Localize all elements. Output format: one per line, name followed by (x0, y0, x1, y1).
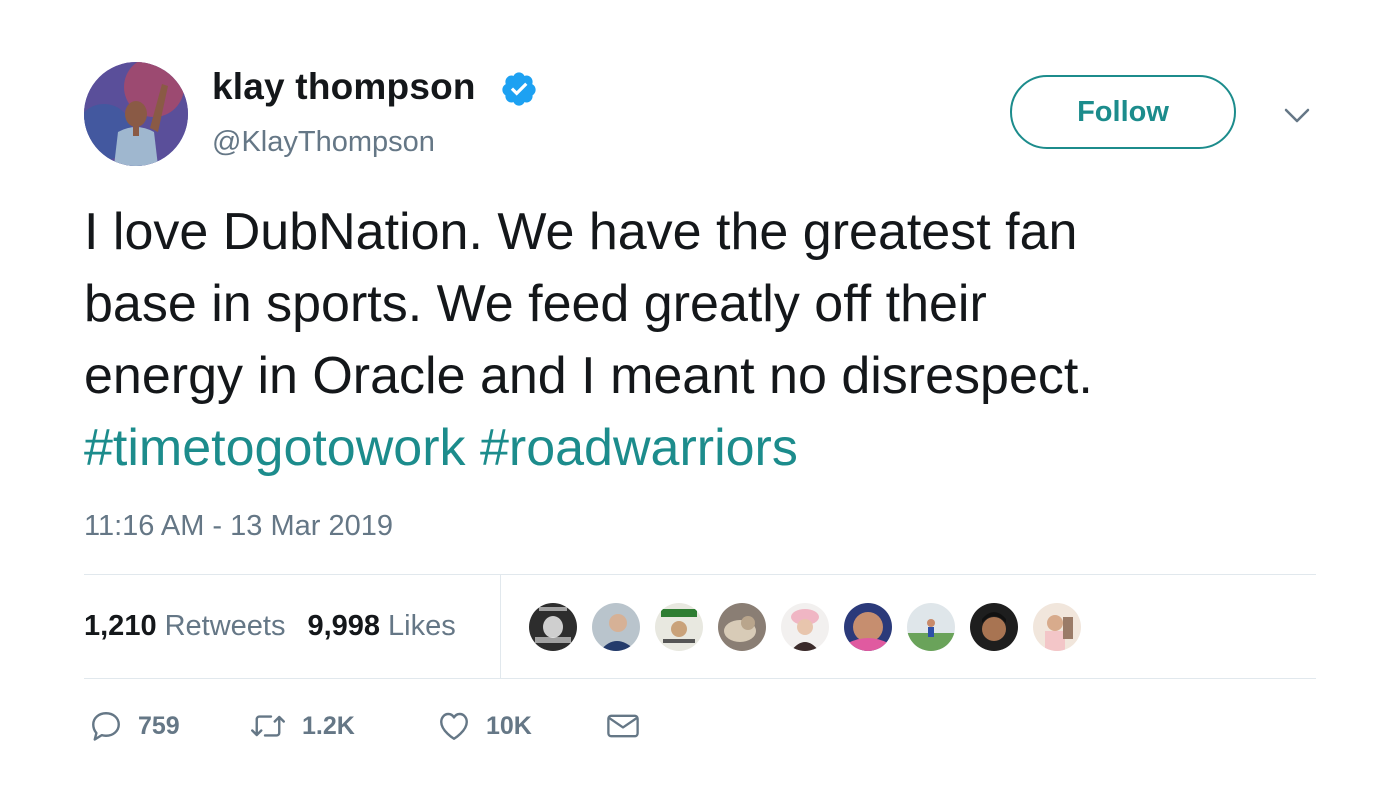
chevron-down-icon[interactable] (1282, 106, 1312, 126)
tweet-timestamp[interactable]: 11:16 AM - 13 Mar 2019 (84, 510, 393, 543)
hashtag-link[interactable]: #timetogotowork (84, 419, 466, 477)
likes-stat[interactable]: 9,998 Likes (307, 610, 455, 643)
liker-avatar[interactable] (905, 601, 957, 653)
likes-label: Likes (388, 610, 456, 642)
liker-avatar[interactable] (1031, 601, 1083, 653)
likes-count: 9,998 (307, 610, 381, 642)
tweet-text-line: base in sports. We feed greatly off thei… (84, 275, 987, 333)
retweet-icon (251, 715, 285, 737)
like-count: 10K (486, 711, 532, 740)
retweet-button[interactable]: 1.2K (248, 708, 436, 744)
tweet-text-line: I love DubNation. We have the greatest f… (84, 203, 1078, 261)
mail-icon (607, 714, 639, 738)
liker-avatar[interactable] (842, 601, 894, 653)
liker-avatar[interactable] (590, 601, 642, 653)
divider (500, 575, 501, 678)
hashtag-link[interactable]: #roadwarriors (480, 419, 798, 477)
liker-avatar[interactable] (968, 601, 1020, 653)
reply-count: 759 (138, 711, 180, 740)
author-handle[interactable]: @KlayThompson (212, 126, 435, 159)
tweet-text-line: energy in Oracle and I meant no disrespe… (84, 347, 1093, 405)
reply-button[interactable]: 759 (88, 708, 248, 744)
like-button[interactable]: 10K (436, 708, 604, 744)
heart-icon (440, 712, 468, 740)
retweets-count: 1,210 (84, 610, 157, 642)
liker-avatar[interactable] (653, 601, 705, 653)
retweet-count: 1.2K (302, 711, 355, 740)
divider (84, 678, 1316, 679)
retweets-stat[interactable]: 1,210 Retweets (84, 610, 285, 643)
liker-avatar[interactable] (779, 601, 831, 653)
tweet-card: klay thompson @KlayThompson Follow I lov… (0, 0, 1400, 810)
author-avatar[interactable] (84, 62, 188, 166)
direct-message-button[interactable] (604, 708, 642, 744)
reply-icon (92, 712, 120, 741)
liker-avatar[interactable] (527, 601, 579, 653)
verified-badge-icon (502, 72, 536, 106)
tweet-actions: 759 1.2K 10K (88, 708, 642, 744)
liker-avatar[interactable] (716, 601, 768, 653)
hashtag-line: #timetogotowork #roadwarriors (84, 412, 1324, 484)
divider (84, 574, 1316, 575)
liker-avatars (527, 601, 1094, 653)
author-display-name[interactable]: klay thompson (212, 66, 476, 108)
tweet-stats: 1,210 Retweets 9,998 Likes (84, 610, 456, 643)
follow-button[interactable]: Follow (1010, 75, 1236, 149)
retweets-label: Retweets (164, 610, 286, 642)
tweet-text: I love DubNation. We have the greatest f… (84, 196, 1324, 484)
